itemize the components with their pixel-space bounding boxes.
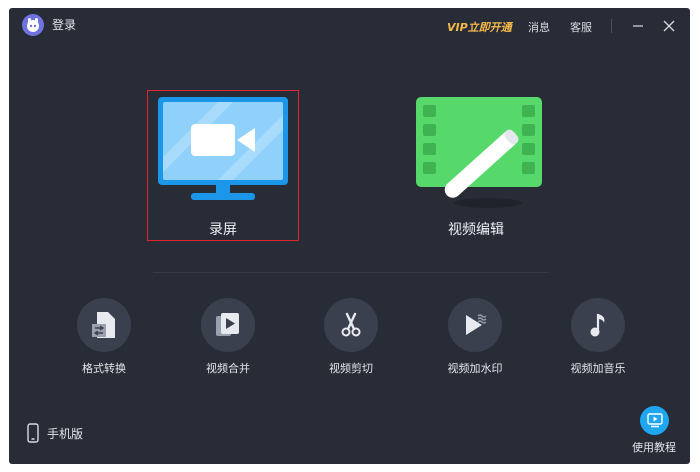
messages-link[interactable]: 消息: [528, 19, 550, 35]
video-edit-label: 视频编辑: [448, 222, 504, 238]
vip-activate-link[interactable]: VIP立即开通: [447, 19, 512, 35]
avatar-icon[interactable]: [22, 14, 44, 36]
format-convert-label: 格式转换: [82, 362, 126, 375]
scissors-icon: [341, 312, 361, 337]
tutorial-play-icon: [646, 413, 663, 428]
video-edit-card[interactable]: 视频编辑: [400, 90, 552, 241]
close-button[interactable]: [658, 15, 680, 37]
screen-record-card[interactable]: 录屏: [147, 90, 299, 241]
music-note-icon: [590, 314, 605, 337]
mobile-version-label: 手机版: [47, 426, 84, 441]
film-pen-icon: [416, 97, 542, 208]
phone-icon: [27, 423, 39, 443]
play-watermark-icon: [466, 314, 487, 335]
file-convert-icon: [92, 312, 115, 338]
video-add-music-label: 视频加音乐: [570, 362, 626, 375]
video-merge-icon: [216, 313, 239, 336]
title-bar: 登录 VIP立即开通 消息 客服: [9, 8, 690, 44]
titlebar-divider: [611, 19, 612, 33]
video-add-music-button[interactable]: 视频加音乐: [553, 298, 643, 378]
section-divider: [153, 272, 548, 273]
close-icon: [663, 20, 675, 32]
tutorial-label: 使用教程: [632, 441, 676, 454]
format-convert-button[interactable]: 格式转换: [59, 298, 149, 378]
minimize-button[interactable]: [627, 15, 649, 37]
screen-record-label: 录屏: [209, 222, 237, 238]
video-merge-label: 视频合并: [206, 362, 250, 375]
video-watermark-label: 视频加水印: [447, 362, 503, 375]
video-merge-button[interactable]: 视频合并: [183, 298, 273, 378]
login-link[interactable]: 登录: [52, 16, 76, 33]
minimize-icon: [633, 25, 643, 27]
customer-service-link[interactable]: 客服: [570, 19, 592, 35]
app-window: 登录 VIP立即开通 消息 客服 录屏 视频编辑 格式转换 视频合并 视频剪切 …: [9, 8, 690, 464]
mobile-version-link[interactable]: 手机版: [27, 421, 83, 445]
video-cut-button[interactable]: 视频剪切: [306, 298, 396, 378]
video-watermark-button[interactable]: 视频加水印: [430, 298, 520, 378]
monitor-video-icon: [158, 97, 288, 200]
video-cut-label: 视频剪切: [329, 362, 373, 375]
tutorial-button[interactable]: 使用教程: [626, 406, 682, 456]
